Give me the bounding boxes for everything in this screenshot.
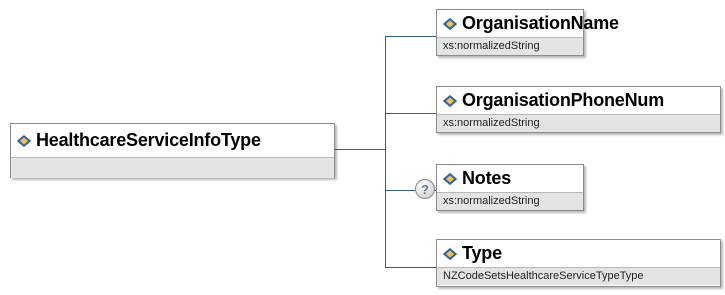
child-element-type: xs:normalizedString [437,37,583,55]
child-element-type: xs:normalizedString [437,192,583,210]
root-element-node[interactable]: HealthcareServiceInfoType [10,123,335,178]
child-element-node[interactable]: OrganisationName xs:normalizedString [436,9,619,56]
child-element-type: NZCodeSetsHealthcareServiceTypeType [437,267,720,285]
child-element-node[interactable]: Notes xs:normalizedString [436,164,584,211]
child-element-name: OrganisationPhoneNum [462,90,665,110]
element-diamond-icon [17,134,31,147]
child-element-node[interactable]: OrganisationPhoneNum xs:normalizedString [436,86,721,133]
root-element-name: HealthcareServiceInfoType [36,130,261,150]
child-element-header: OrganisationPhoneNum [437,87,720,114]
child-element-name: Type [462,243,502,263]
child-element-type: xs:normalizedString [437,114,720,132]
optional-question-icon: ? [415,179,435,199]
element-diamond-icon [443,247,457,260]
child-element-header: OrganisationName [437,10,619,37]
root-element-type [11,157,334,178]
child-element-node[interactable]: Type NZCodeSetsHealthcareServiceTypeType [436,239,721,287]
element-diamond-icon [443,17,457,30]
child-element-header: Notes [437,165,583,192]
child-element-name: Notes [462,168,512,188]
root-element-header: HealthcareServiceInfoType [11,124,334,157]
child-element-header: Type [437,240,720,267]
schema-diagram: HealthcareServiceInfoType OrganisationNa… [0,0,725,295]
child-element-name: OrganisationName [462,13,619,33]
element-diamond-icon [443,172,457,185]
element-diamond-icon [443,94,457,107]
